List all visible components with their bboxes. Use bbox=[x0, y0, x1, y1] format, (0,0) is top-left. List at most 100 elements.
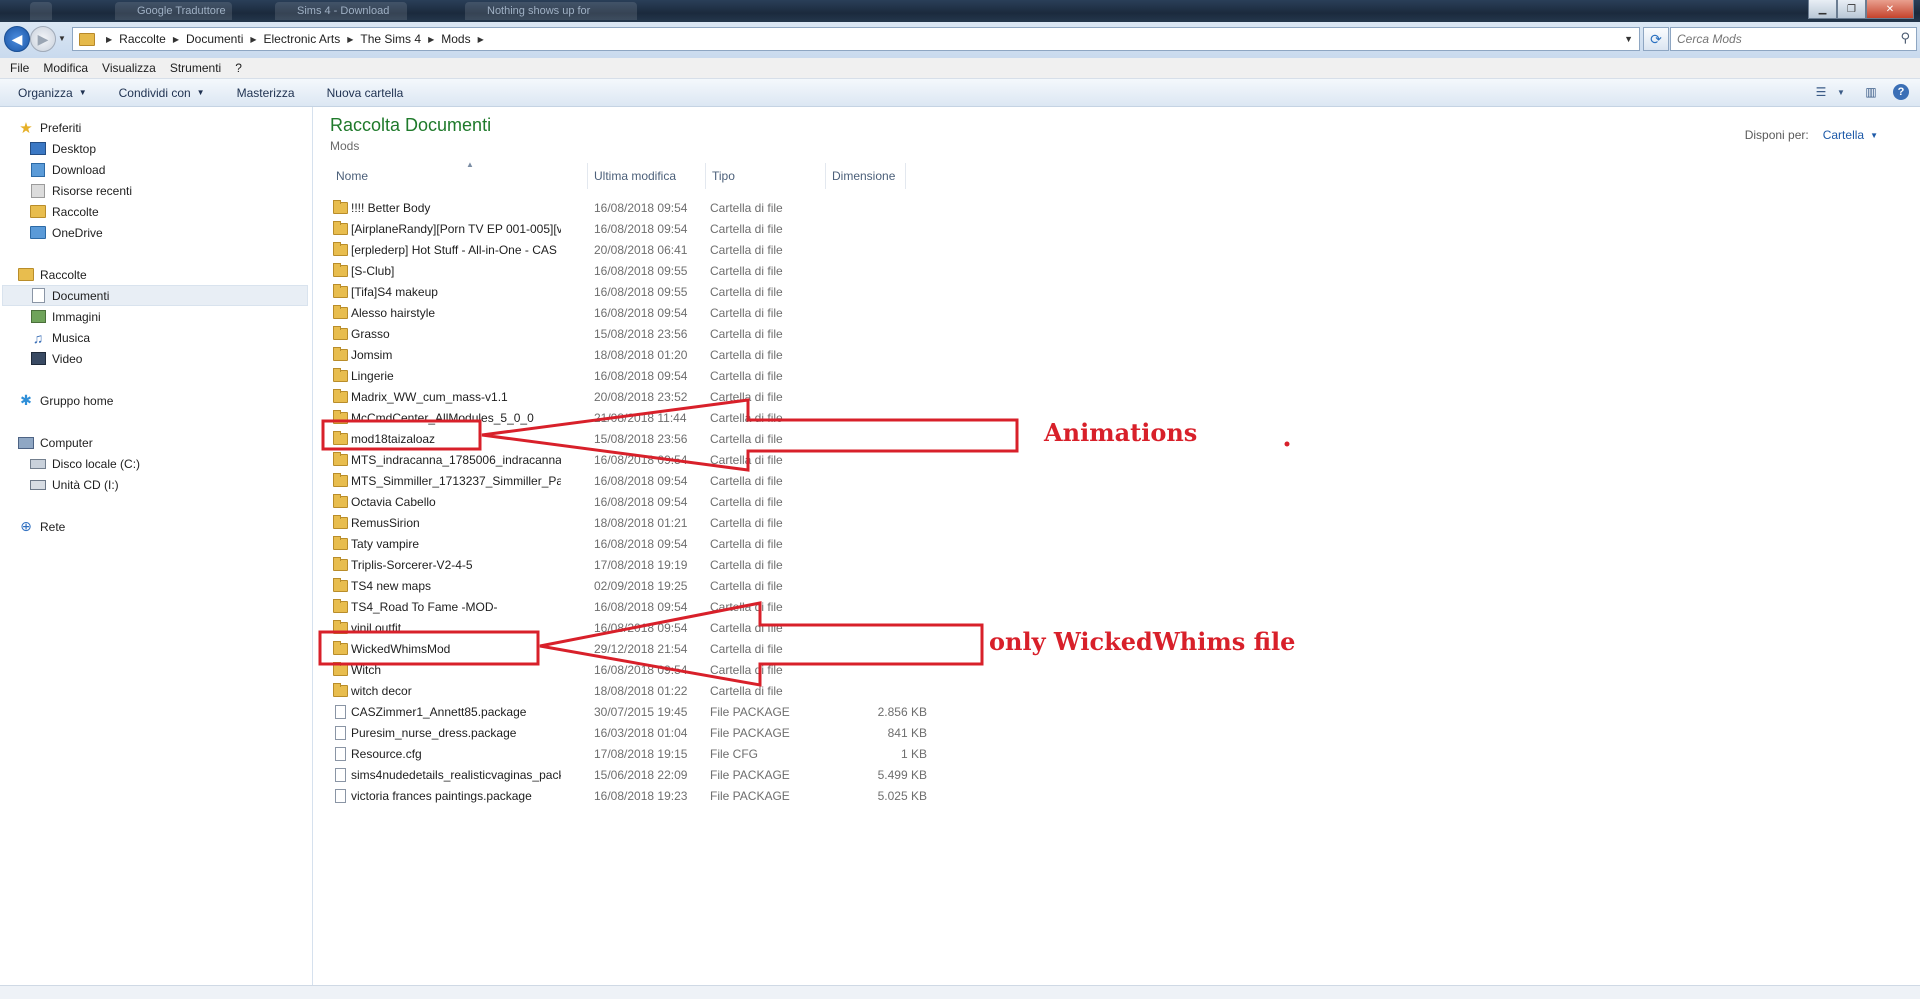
folder-row[interactable]: McCmdCenter_AllModules_5_0_0 21/08/2018 1… bbox=[330, 408, 1230, 429]
folder-row[interactable]: Lingerie 16/08/2018 09:54 Cartella di file bbox=[330, 366, 1230, 387]
chevron-right-icon[interactable]: ▶ bbox=[347, 35, 353, 44]
forward-button[interactable]: ▶ bbox=[30, 26, 56, 52]
menu-modifica[interactable]: Modifica bbox=[43, 61, 88, 75]
folder-icon bbox=[333, 284, 348, 298]
folder-row[interactable]: witch decor 18/08/2018 01:22 Cartella di f… bbox=[330, 681, 1230, 702]
preview-pane-icon[interactable]: ▥ bbox=[1862, 83, 1880, 101]
breadcrumb-electronic-arts[interactable]: Electronic Arts bbox=[264, 32, 341, 46]
folder-row[interactable]: Octavia Cabello 16/08/2018 09:54 Cartella … bbox=[330, 492, 1230, 513]
recent-pages-dropdown[interactable]: ▼ bbox=[58, 34, 66, 43]
breadcrumb-raccolte[interactable]: Raccolte bbox=[119, 32, 166, 46]
folder-row[interactable]: TS4 new maps 02/09/2018 19:25 Cartella di … bbox=[330, 576, 1230, 597]
folder-row[interactable]: Witch 16/08/2018 09:54 Cartella di file bbox=[330, 660, 1230, 681]
chevron-down-icon[interactable]: ▼ bbox=[1870, 131, 1878, 140]
maximize-button[interactable]: ❐ bbox=[1837, 0, 1866, 19]
nav-homegroup[interactable]: ✱ Gruppo home bbox=[18, 390, 113, 411]
column-header-size[interactable]: Dimensione bbox=[826, 163, 906, 189]
nav-network[interactable]: ⊕ Rete bbox=[18, 516, 65, 537]
file-row[interactable]: sims4nudedetails_realisticvaginas_pack6_… bbox=[330, 765, 1230, 786]
chevron-right-icon[interactable]: ▶ bbox=[428, 35, 434, 44]
folder-row[interactable]: Jomsim 18/08/2018 01:20 Cartella di file bbox=[330, 345, 1230, 366]
column-header-modified[interactable]: Ultima modifica bbox=[588, 163, 706, 189]
cell-date: 16/08/2018 09:54 bbox=[594, 474, 688, 488]
folder-icon bbox=[333, 557, 348, 571]
cell-name: Lingerie bbox=[351, 369, 394, 383]
folder-row[interactable]: Alesso hairstyle 16/08/2018 09:54 Cartella… bbox=[330, 303, 1230, 324]
menu-strumenti[interactable]: Strumenti bbox=[170, 61, 221, 75]
search-icon[interactable]: ⚲ bbox=[1900, 30, 1910, 46]
nav-video[interactable]: Video bbox=[30, 348, 82, 369]
folder-row[interactable]: MTS_indracanna_1785006_indracanna-ol... 1… bbox=[330, 450, 1230, 471]
file-row[interactable]: Puresim_nurse_dress.package 16/03/2018 01… bbox=[330, 723, 1230, 744]
folder-icon bbox=[333, 326, 348, 340]
share-button[interactable]: Condividi con ▼ bbox=[119, 86, 205, 100]
nav-libraries[interactable]: Raccolte bbox=[18, 264, 87, 285]
breadcrumb-documenti[interactable]: Documenti bbox=[186, 32, 243, 46]
nav-drive-c[interactable]: Disco locale (C:) bbox=[30, 453, 140, 474]
chevron-down-icon[interactable]: ▼ bbox=[1832, 83, 1850, 101]
onedrive-icon bbox=[30, 226, 46, 239]
menu-visualizza[interactable]: Visualizza bbox=[102, 61, 156, 75]
nav-drive-cd[interactable]: Unità CD (I:) bbox=[30, 474, 119, 495]
menu-help[interactable]: ? bbox=[235, 61, 242, 75]
chevron-right-icon[interactable]: ▶ bbox=[478, 35, 484, 44]
folder-row[interactable]: TS4_Road To Fame -MOD- 16/08/2018 09:54 Ca… bbox=[330, 597, 1230, 618]
close-button[interactable]: ✕ bbox=[1866, 0, 1914, 19]
nav-download[interactable]: Download bbox=[30, 159, 105, 180]
refresh-button[interactable]: ⟳ bbox=[1643, 27, 1669, 51]
folder-icon bbox=[333, 431, 348, 445]
new-folder-button[interactable]: Nuova cartella bbox=[327, 86, 404, 100]
address-box[interactable]: ▶ Raccolte ▶ Documenti ▶ Electronic Arts… bbox=[72, 27, 1640, 51]
burn-button[interactable]: Masterizza bbox=[237, 86, 295, 100]
nav-raccolte-fav[interactable]: Raccolte bbox=[30, 201, 99, 222]
folder-row[interactable]: WickedWhimsMod 29/12/2018 21:54 Cartella d… bbox=[330, 639, 1230, 660]
folder-row[interactable]: Taty vampire 16/08/2018 09:54 Cartella di … bbox=[330, 534, 1230, 555]
folder-row[interactable]: Madrix_WW_cum_mass-v1.1 20/08/2018 23:52 C… bbox=[330, 387, 1230, 408]
folder-row[interactable]: [Tifa]S4 makeup 16/08/2018 09:55 Cartella … bbox=[330, 282, 1230, 303]
address-dropdown-icon[interactable]: ▼ bbox=[1624, 34, 1633, 44]
nav-favorites[interactable]: ★ Preferiti bbox=[18, 117, 81, 138]
library-title: Raccolta Documenti bbox=[330, 115, 492, 135]
file-row[interactable]: CASZimmer1_Annett85.package 30/07/2015 19… bbox=[330, 702, 1230, 723]
menu-file[interactable]: File bbox=[10, 61, 29, 75]
hard-disk-icon bbox=[30, 458, 46, 469]
column-header-name[interactable]: Nome bbox=[330, 163, 588, 189]
column-header-type[interactable]: Tipo bbox=[706, 163, 826, 189]
breadcrumb-mods[interactable]: Mods bbox=[441, 32, 470, 46]
folder-row[interactable]: [AirplaneRandy][Porn TV EP 001-005][v.2.… bbox=[330, 219, 1230, 240]
folder-row[interactable]: [S-Club] 16/08/2018 09:55 Cartella di file bbox=[330, 261, 1230, 282]
nav-recent[interactable]: Risorse recenti bbox=[30, 180, 132, 201]
search-input[interactable] bbox=[1671, 28, 1889, 50]
chevron-right-icon[interactable]: ▶ bbox=[250, 35, 256, 44]
folder-row[interactable]: mod18taizaloaz 15/08/2018 23:56 Cartella d… bbox=[330, 429, 1230, 450]
libraries-icon bbox=[30, 205, 46, 218]
cell-name: McCmdCenter_AllModules_5_0_0 bbox=[351, 411, 534, 425]
cell-type: Cartella di file bbox=[710, 201, 783, 215]
folder-row[interactable]: Grasso 15/08/2018 23:56 Cartella di file bbox=[330, 324, 1230, 345]
nav-computer[interactable]: Computer bbox=[18, 432, 93, 453]
breadcrumb-the-sims-4[interactable]: The Sims 4 bbox=[360, 32, 421, 46]
search-box[interactable]: ⚲ bbox=[1670, 27, 1917, 51]
nav-desktop[interactable]: Desktop bbox=[30, 138, 96, 159]
change-view-icon[interactable]: ☰ bbox=[1812, 83, 1830, 101]
window-controls: ▁ ❐ ✕ bbox=[1808, 0, 1914, 19]
nav-documenti[interactable]: Documenti bbox=[2, 285, 308, 306]
file-row[interactable]: Resource.cfg 17/08/2018 19:15 File CFG 1 KB bbox=[330, 744, 1230, 765]
folder-row[interactable]: RemusSirion 18/08/2018 01:21 Cartella di f… bbox=[330, 513, 1230, 534]
minimize-button[interactable]: ▁ bbox=[1808, 0, 1837, 19]
folder-row[interactable]: MTS_Simmiller_1713237_Simmiller_Painti..… bbox=[330, 471, 1230, 492]
back-button[interactable]: ◀ bbox=[4, 26, 30, 52]
nav-musica[interactable]: ♫ Musica bbox=[30, 327, 90, 348]
folder-row[interactable]: [erplederp] Hot Stuff - All-in-One - CAS… bbox=[330, 240, 1230, 261]
arrange-dropdown[interactable]: Cartella bbox=[1823, 128, 1864, 142]
nav-immagini[interactable]: Immagini bbox=[30, 306, 101, 327]
folder-row[interactable]: !!!! Better Body 16/08/2018 09:54 Cartella… bbox=[330, 198, 1230, 219]
chevron-right-icon[interactable]: ▶ bbox=[106, 35, 112, 44]
help-button[interactable]: ? bbox=[1892, 83, 1910, 101]
organize-button[interactable]: Organizza ▼ bbox=[18, 86, 87, 100]
folder-row[interactable]: Triplis-Sorcerer-V2-4-5 17/08/2018 19:19 C… bbox=[330, 555, 1230, 576]
file-row[interactable]: victoria frances paintings.package 16/08/… bbox=[330, 786, 1230, 807]
folder-row[interactable]: vinil outfit 16/08/2018 09:54 Cartella di … bbox=[330, 618, 1230, 639]
chevron-right-icon[interactable]: ▶ bbox=[173, 35, 179, 44]
nav-onedrive[interactable]: OneDrive bbox=[30, 222, 103, 243]
